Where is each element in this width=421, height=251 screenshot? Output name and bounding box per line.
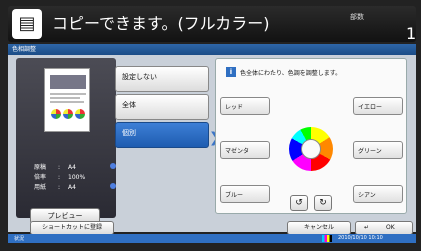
mode-none-button[interactable]: 設定しない	[115, 66, 209, 92]
thumbnail-line	[50, 93, 86, 95]
info-value: A4	[68, 164, 76, 171]
datetime: 2010/10/10 10:10	[338, 235, 383, 241]
panel-title: 色相調整	[8, 44, 416, 55]
toner-status-icon	[322, 235, 332, 242]
preview-box: 原稿: A4 倍率:100% 用紙: A4 プレビュー	[16, 58, 116, 224]
rotate-left-icon: ↺	[295, 198, 303, 208]
info-value: A4	[68, 184, 76, 191]
status-bar: 状況 2010/10/10 10:10	[8, 234, 416, 243]
green-button[interactable]: グリーン	[353, 141, 403, 159]
rotate-left-button[interactable]: ↺	[290, 195, 308, 211]
ok-button[interactable]: ↵ OK	[355, 221, 413, 235]
blue-button[interactable]: ブルー	[220, 185, 270, 203]
red-button[interactable]: レッド	[220, 97, 270, 115]
thumbnail-image	[50, 75, 86, 89]
info-row-paper: 用紙: A4	[34, 182, 76, 191]
colon: :	[58, 184, 61, 191]
hue-adjust-panel: 色相調整 原稿: A4 倍率:100% 用紙: A4 プレビュー 設定しない 全…	[8, 44, 416, 235]
info-value: 100%	[68, 174, 86, 181]
yellow-button[interactable]: イエロー	[353, 97, 403, 115]
thumbnail-line	[50, 101, 84, 103]
mode-all-button[interactable]: 全体	[115, 94, 209, 120]
register-shortcut-button[interactable]: ショートカットに登録	[30, 221, 114, 235]
enter-icon: ↵	[364, 224, 370, 231]
info-key: 原稿	[34, 164, 47, 171]
document-copy-icon: ▤	[12, 9, 42, 39]
color-wheel-icon	[289, 127, 333, 171]
color-wheel-center	[301, 139, 321, 159]
status-title: コピーできます。(フルカラー)	[52, 14, 270, 33]
info-row-original: 原稿: A4	[34, 162, 76, 171]
ok-label: OK	[386, 224, 395, 231]
cyan-button[interactable]: シアン	[353, 185, 403, 203]
info-dot-icon	[110, 183, 116, 189]
instruction-text: 色全体にわたり、色調を調整します。	[240, 70, 342, 77]
status-header: ▤ コピーできます。(フルカラー) 部数 1	[8, 6, 416, 43]
device-screen: ▤ コピーできます。(フルカラー) 部数 1 色相調整 原稿: A4 倍率: …	[0, 0, 421, 251]
magenta-button[interactable]: マゼンタ	[220, 141, 270, 159]
info-dot-icon	[110, 163, 116, 169]
colon: :	[58, 164, 61, 171]
pie-graphic	[51, 109, 61, 119]
thumbnail-pies	[51, 109, 85, 119]
rotate-right-icon: ↻	[319, 198, 327, 208]
info-icon: i	[226, 67, 236, 77]
info-row-zoom: 倍率:100%	[34, 172, 85, 181]
colon: :	[58, 174, 61, 181]
mode-individual-button[interactable]: 個別	[115, 122, 209, 148]
copies-value[interactable]: 1	[406, 24, 416, 43]
info-key: 用紙	[34, 184, 47, 191]
pie-graphic	[75, 109, 85, 119]
rotate-right-button[interactable]: ↻	[314, 195, 332, 211]
thumbnail-line	[50, 97, 80, 99]
status-button[interactable]: 状況	[14, 235, 24, 242]
color-adjust-area: i 色全体にわたり、色調を調整します。 レッド イエロー マゼンタ グリーン ブ…	[215, 58, 407, 214]
cancel-button[interactable]: キャンセル	[287, 221, 351, 235]
copies-label: 部数	[350, 13, 364, 21]
pie-graphic	[63, 109, 73, 119]
paper-thumbnail	[44, 68, 90, 132]
info-key: 倍率	[34, 174, 47, 181]
